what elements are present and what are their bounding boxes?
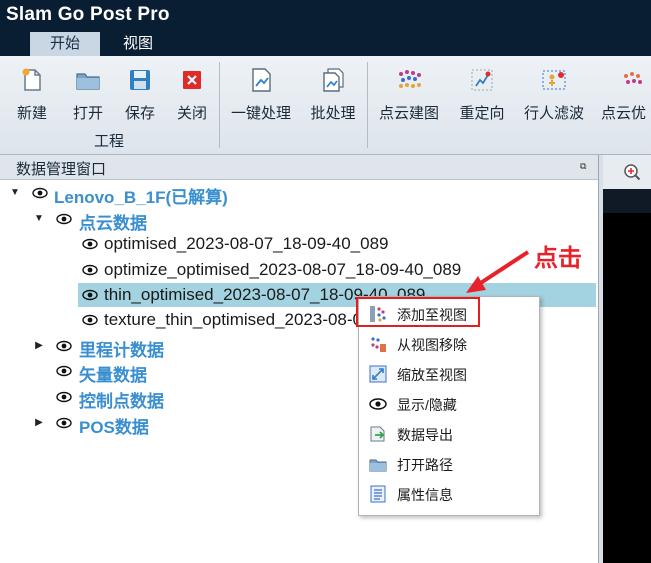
menu-item-remove-from-view[interactable]: 从视图移除: [359, 329, 539, 359]
menu-item-label: 缩放至视图: [397, 367, 467, 383]
view-toolbar: [603, 155, 651, 190]
annotation-click-text: 点击: [534, 245, 582, 272]
ribbon-separator: [219, 62, 220, 148]
tree-node-label: 里程计数据: [79, 341, 164, 360]
eye-icon[interactable]: [56, 417, 72, 429]
new-button[interactable]: 新建: [5, 60, 59, 124]
close-icon: [183, 71, 201, 89]
pointcloud-optimize-icon: [624, 72, 642, 84]
menu-bar: 开始 视图: [0, 32, 651, 56]
process-doc-icon: [252, 68, 271, 92]
zoom-to-view-icon: [369, 365, 387, 383]
menu-item-label: 显示/隐藏: [397, 397, 457, 413]
annotation-highlight-box: [356, 297, 480, 327]
relocalize-icon: [471, 69, 493, 91]
zoom-in-icon[interactable]: [623, 163, 641, 181]
context-menu: 添加至视图 从视图移除 缩放至视图 显示/隐藏 数据导出 打开路径 属性信息: [358, 296, 540, 516]
menu-item-properties[interactable]: 属性信息: [359, 479, 539, 509]
one-click-process-button[interactable]: 一键处理: [231, 60, 291, 124]
expand-arrow-icon[interactable]: ▼: [34, 214, 44, 224]
pin-icon[interactable]: ⧉: [580, 161, 590, 171]
project-group-label: 工程: [94, 133, 125, 150]
pedestrian-filter-icon: [542, 70, 566, 90]
tree-node-label: 控制点数据: [79, 392, 164, 411]
tree-node-label: optimised_2023-08-07_18-09-40_089: [104, 234, 389, 253]
properties-icon: [370, 485, 386, 503]
eye-icon[interactable]: [82, 238, 98, 250]
eye-icon[interactable]: [56, 213, 72, 225]
menu-item-data-export[interactable]: 数据导出: [359, 419, 539, 449]
eye-icon[interactable]: [56, 391, 72, 403]
pedestrian-filter-label: 行人滤波: [523, 105, 584, 122]
menu-item-label: 数据导出: [397, 427, 453, 443]
panel-header: 数据管理窗口 ⧉: [0, 155, 598, 180]
viewport-header: [603, 189, 651, 213]
batch-process-button[interactable]: 批处理: [306, 60, 360, 124]
menu-item-show-hide[interactable]: 显示/隐藏: [359, 389, 539, 419]
menu-item-label: 属性信息: [397, 487, 453, 503]
expand-arrow-icon[interactable]: ▼: [10, 188, 20, 198]
export-icon: [370, 426, 385, 442]
menu-item-label: 从视图移除: [397, 337, 467, 353]
tab-view[interactable]: 视图: [108, 32, 168, 56]
tree-node-pointcloud[interactable]: optimised_2023-08-07_18-09-40_089: [0, 232, 598, 256]
menu-item-zoom-to-view[interactable]: 缩放至视图: [359, 359, 539, 389]
save-disk-icon: [130, 70, 150, 90]
collapse-arrow-icon[interactable]: ▶: [34, 341, 44, 351]
one-click-process-label: 一键处理: [230, 105, 291, 122]
eye-icon: [369, 398, 387, 410]
3d-viewport[interactable]: [603, 213, 651, 563]
eye-icon[interactable]: [56, 340, 72, 352]
new-file-icon: [22, 68, 41, 91]
menu-item-label: 打开路径: [397, 457, 453, 473]
folder-icon: [369, 459, 387, 472]
tree-node-label: 点云数据: [79, 214, 147, 233]
menu-item-open-path[interactable]: 打开路径: [359, 449, 539, 479]
title-bar: Slam Go Post Pro: [0, 0, 651, 32]
eye-icon[interactable]: [82, 289, 98, 301]
tree-node-pointcloud-group[interactable]: ▼ 点云数据: [0, 207, 598, 234]
pedestrian-filter-button[interactable]: 行人滤波: [524, 60, 584, 124]
tree-node-label: optimize_optimised_2023-08-07_18-09-40_0…: [104, 260, 462, 279]
panel-title: 数据管理窗口: [16, 161, 107, 178]
pointcloud-mapping-button[interactable]: 点云建图: [379, 60, 439, 124]
pointcloud-mapping-label: 点云建图: [378, 105, 439, 122]
ribbon-toolbar: 新建 打开 保存 关闭 工程 一键处理 批处理 点云建图 重定向 行人滤波 点云…: [0, 56, 651, 155]
pointcloud-optimize-button[interactable]: 点云优: [601, 60, 651, 124]
pointcloud-icon: [399, 70, 421, 88]
eye-icon[interactable]: [56, 365, 72, 377]
close-button[interactable]: 关闭: [165, 60, 219, 124]
tab-start[interactable]: 开始: [30, 32, 100, 56]
view-area: [603, 155, 651, 563]
folder-icon: [76, 73, 100, 90]
tree-node-label: Lenovo_B_1F(已解算): [54, 188, 228, 207]
collapse-arrow-icon[interactable]: ▶: [34, 418, 44, 428]
batch-process-label: 批处理: [310, 105, 356, 122]
eye-icon[interactable]: [32, 187, 48, 199]
app-title: Slam Go Post Pro: [6, 4, 170, 25]
pointcloud-optimize-label: 点云优: [601, 105, 647, 122]
tree-node-pointcloud[interactable]: optimize_optimised_2023-08-07_18-09-40_0…: [0, 258, 598, 282]
remove-from-view-icon: [371, 337, 386, 352]
tree-node-label: POS数据: [79, 418, 149, 437]
close-button-label: 关闭: [176, 105, 207, 122]
eye-icon[interactable]: [82, 264, 98, 276]
batch-doc-icon: [323, 68, 344, 92]
relocalize-button[interactable]: 重定向: [455, 60, 509, 124]
ribbon-separator: [367, 62, 368, 148]
tree-node-root[interactable]: ▼ Lenovo_B_1F(已解算): [0, 181, 598, 208]
relocalize-label: 重定向: [459, 105, 505, 122]
tree-node-label: 矢量数据: [79, 366, 147, 385]
eye-icon[interactable]: [82, 314, 98, 326]
